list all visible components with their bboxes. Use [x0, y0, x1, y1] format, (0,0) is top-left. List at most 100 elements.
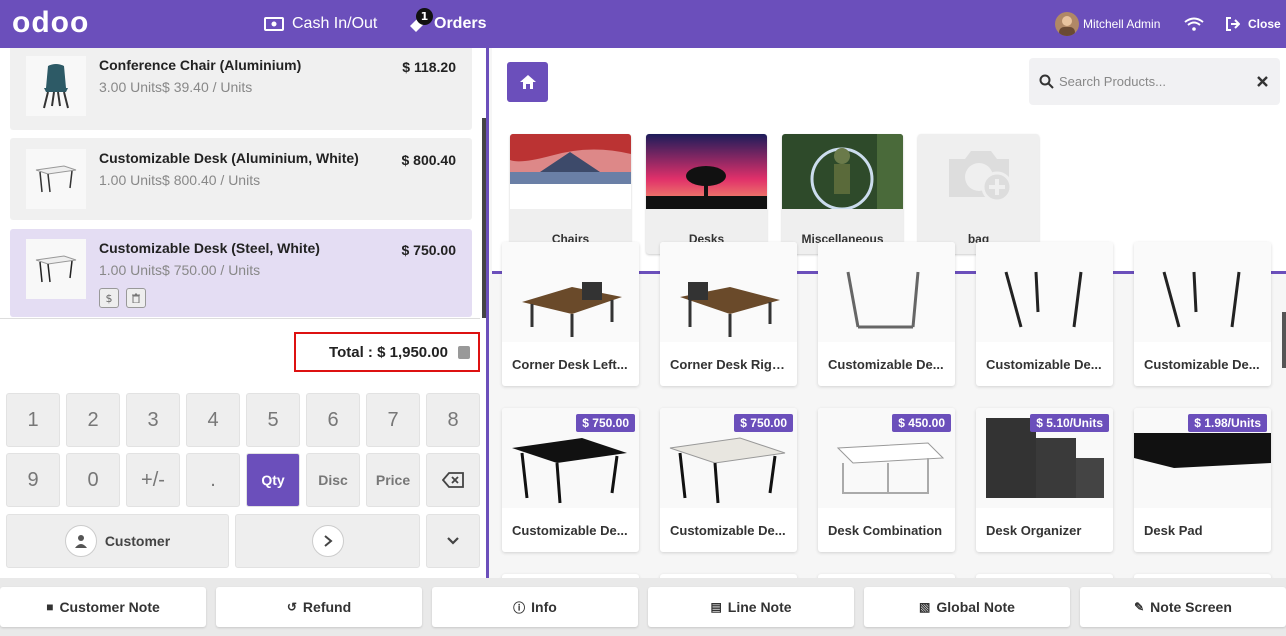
- product-card[interactable]: $ 450.00 Desk Combination: [818, 408, 955, 552]
- qty-mode-button[interactable]: Qty: [246, 453, 300, 507]
- order-line-selected[interactable]: Customizable Desk (Steel, White) 1.00 Un…: [10, 229, 472, 317]
- total-text: Total : $ 1,950.00: [329, 343, 448, 361]
- product-image: [1134, 242, 1271, 342]
- customer-note-button[interactable]: ■ Customer Note: [0, 587, 206, 627]
- close-label: Close: [1248, 17, 1281, 31]
- file-icon: ▤: [710, 600, 722, 614]
- product-name: Desk Organizer: [986, 523, 1082, 538]
- payment-button[interactable]: [235, 514, 420, 568]
- product-price-tag: $ 450.00: [892, 414, 951, 432]
- line-price: $ 750.00: [401, 242, 457, 258]
- wifi-icon: [1184, 0, 1212, 48]
- line-quantity-info: 1.00 Units$ 750.00 / Units: [99, 262, 261, 278]
- close-button[interactable]: Close: [1225, 0, 1281, 48]
- line-quantity-info: 1.00 Units$ 800.40 / Units: [99, 172, 261, 188]
- category-desks[interactable]: Desks: [646, 134, 767, 254]
- numpad-key-7[interactable]: 7: [366, 393, 420, 447]
- global-note-button[interactable]: ▧ Global Note: [864, 587, 1070, 627]
- product-card[interactable]: Customizable De...: [976, 242, 1113, 386]
- edit-icon: ✎: [1134, 600, 1145, 614]
- add-photo-icon: [918, 134, 1039, 209]
- order-line[interactable]: Conference Chair (Aluminium) 3.00 Units$…: [10, 48, 472, 130]
- product-card[interactable]: Customizable De...: [1134, 242, 1271, 386]
- category-image: [510, 134, 631, 209]
- disc-mode-button[interactable]: Disc: [306, 453, 360, 507]
- numpad-key-decimal[interactable]: .: [186, 453, 240, 507]
- product-price-tag: $ 5.10/Units: [1030, 414, 1109, 432]
- order-line[interactable]: Customizable Desk (Aluminium, White) 1.0…: [10, 138, 472, 220]
- numpad-key-5[interactable]: 5: [246, 393, 300, 447]
- product-name: Desk Combination: [828, 523, 943, 538]
- delete-line-button[interactable]: [126, 288, 146, 308]
- bag-icon: [458, 345, 470, 359]
- price-mode-button[interactable]: Price: [366, 453, 420, 507]
- product-price-tag: $ 750.00: [576, 414, 635, 432]
- numpad-key-0[interactable]: 0: [66, 453, 120, 507]
- note-icon: ■: [46, 600, 54, 614]
- numpad-key-4[interactable]: 4: [186, 393, 240, 447]
- customer-label: Customer: [104, 533, 171, 549]
- numpad-key-8[interactable]: 8: [426, 393, 480, 447]
- refund-button[interactable]: ↺ Refund: [216, 587, 422, 627]
- cash-in-out-button[interactable]: Cash In/Out: [264, 0, 377, 48]
- customer-note-label: Customer Note: [59, 599, 160, 615]
- category-miscellaneous[interactable]: Miscellaneous: [782, 134, 903, 254]
- numpad-key-2[interactable]: 2: [66, 393, 120, 447]
- product-name: Customizable De...: [986, 357, 1102, 372]
- chevron-down-icon: [447, 537, 459, 545]
- search-input[interactable]: [1059, 70, 1249, 92]
- home-category-button[interactable]: [507, 62, 548, 102]
- product-image: [502, 242, 639, 342]
- note-screen-button[interactable]: ✎ Note Screen: [1080, 587, 1286, 627]
- numpad-key-6[interactable]: 6: [306, 393, 360, 447]
- numpad-key-9[interactable]: 9: [6, 453, 60, 507]
- search-icon: [1039, 74, 1054, 89]
- user-name: Mitchell Admin: [1083, 17, 1161, 31]
- product-header: Chairs Desks Miscellaneous bag: [492, 48, 1286, 274]
- product-name: Customizable De...: [670, 523, 786, 538]
- product-price-tag: $ 750.00: [734, 414, 793, 432]
- product-card[interactable]: $ 750.00 Customizable De...: [502, 408, 639, 552]
- cash-icon: [264, 17, 284, 31]
- product-card[interactable]: $ 750.00 Customizable De...: [660, 408, 797, 552]
- product-name: Desk Pad: [1144, 523, 1203, 538]
- order-list: Conference Chair (Aluminium) 3.00 Units$…: [0, 48, 480, 318]
- backspace-icon: [442, 472, 464, 488]
- cash-in-out-label: Cash In/Out: [292, 15, 378, 32]
- product-thumbnail: [26, 56, 86, 116]
- product-card[interactable]: $ 5.10/Units Desk Organizer: [976, 408, 1113, 552]
- price-edit-button[interactable]: $: [99, 288, 119, 308]
- info-label: Info: [531, 599, 557, 615]
- line-price: $ 118.20: [402, 59, 456, 75]
- product-list-scrollbar[interactable]: [1282, 312, 1286, 368]
- info-button[interactable]: ⓘ Info: [432, 587, 638, 627]
- category-bag[interactable]: bag: [918, 134, 1039, 254]
- chevron-right-icon: [311, 525, 344, 557]
- product-pane: Chairs Desks Miscellaneous bag Corner De…: [486, 48, 1286, 584]
- line-note-button[interactable]: ▤ Line Note: [648, 587, 854, 627]
- customer-button[interactable]: Customer: [6, 514, 229, 568]
- product-price-tag: $ 1.98/Units: [1188, 414, 1267, 432]
- clear-search-icon[interactable]: [1257, 76, 1268, 87]
- product-card[interactable]: Customizable De...: [818, 242, 955, 386]
- numpad-key-sign[interactable]: +/-: [126, 453, 180, 507]
- numpad-key-1[interactable]: 1: [6, 393, 60, 447]
- line-product-name: Customizable Desk (Aluminium, White): [99, 150, 359, 166]
- more-actions-button[interactable]: [426, 514, 480, 568]
- divider: [0, 318, 480, 319]
- global-note-label: Global Note: [936, 599, 1015, 615]
- left-pane: Conference Chair (Aluminium) 3.00 Units$…: [0, 48, 486, 578]
- product-card[interactable]: Corner Desk Left...: [502, 242, 639, 386]
- file-text-icon: ▧: [919, 600, 931, 614]
- product-card[interactable]: $ 1.98/Units Desk Pad: [1134, 408, 1271, 552]
- product-thumbnail: [26, 149, 86, 209]
- avatar[interactable]: [1055, 12, 1079, 36]
- undo-icon: ↺: [286, 600, 297, 614]
- category-image: [782, 134, 903, 211]
- trash-icon: [132, 293, 140, 303]
- category-chairs[interactable]: Chairs: [510, 134, 631, 254]
- backspace-button[interactable]: [426, 453, 480, 507]
- line-quantity-info: 3.00 Units$ 39.40 / Units: [99, 79, 253, 95]
- product-card[interactable]: Corner Desk Righ...: [660, 242, 797, 386]
- numpad-key-3[interactable]: 3: [126, 393, 180, 447]
